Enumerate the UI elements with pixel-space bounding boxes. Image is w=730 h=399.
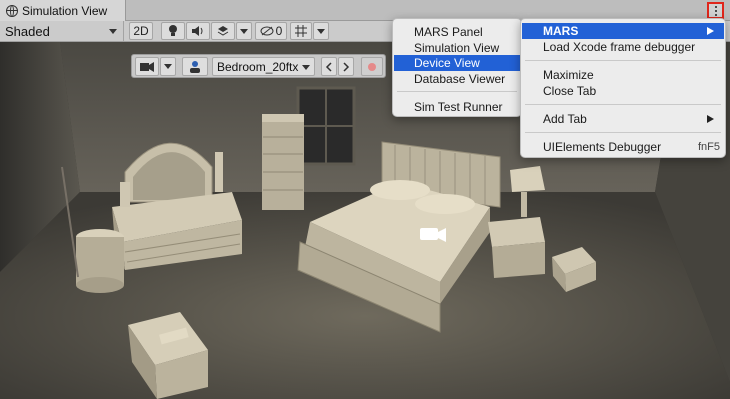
tab-title: Simulation View xyxy=(22,3,108,18)
menu-item-label: Device View xyxy=(414,56,480,70)
shading-mode-dropdown[interactable]: Shaded xyxy=(0,21,124,41)
camera-button[interactable] xyxy=(135,57,159,76)
submenu-arrow-icon xyxy=(707,115,714,123)
prev-icon xyxy=(325,61,332,72)
submenu-arrow-icon xyxy=(707,27,714,35)
menu-item-simulation-view[interactable]: Simulation View xyxy=(394,40,520,56)
chevron-down-icon xyxy=(317,28,325,34)
environment-dropdown[interactable]: Bedroom_20ftx xyxy=(212,57,315,76)
menu-item-label: Sim Test Runner xyxy=(414,100,503,114)
shading-mode-label: Shaded xyxy=(5,23,50,39)
menu-item-load-xcode-frame-debugger[interactable]: Load Xcode frame debugger xyxy=(522,39,724,55)
lightbulb-icon xyxy=(169,25,177,36)
mode-2d-label: 2D xyxy=(133,24,149,38)
camera-marker-icon xyxy=(420,228,446,242)
device-icon xyxy=(190,60,200,73)
chevron-down-icon xyxy=(302,65,310,70)
menu-separator xyxy=(397,91,517,92)
record-icon xyxy=(368,62,376,71)
menu-separator xyxy=(525,60,721,61)
menu-item-label: UIElements Debugger xyxy=(543,140,662,154)
menu-item-mars-panel[interactable]: MARS Panel xyxy=(394,24,520,40)
menu-separator xyxy=(525,104,721,105)
visibility-toggle[interactable]: 0 xyxy=(255,22,287,40)
effects-toggle[interactable] xyxy=(211,22,235,40)
effects-dropdown[interactable] xyxy=(236,22,252,40)
grid-dropdown[interactable] xyxy=(313,22,329,40)
menu-item-label: MARS xyxy=(543,24,579,38)
kebab-menu-icon[interactable] xyxy=(707,2,724,19)
menu-item-label: MARS Panel xyxy=(414,25,483,39)
next-icon xyxy=(343,61,350,72)
next-environment-button[interactable] xyxy=(338,57,354,76)
chevron-down-icon xyxy=(109,29,117,34)
lighting-toggle[interactable] xyxy=(161,22,185,40)
audio-toggle[interactable] xyxy=(186,22,210,40)
menu-item-close-tab[interactable]: Close Tab xyxy=(522,83,724,99)
simulation-scene-toolbar: Bedroom_20ftx xyxy=(131,54,386,78)
mars-submenu: MARS Panel Simulation View Device View D… xyxy=(392,18,522,117)
audio-icon xyxy=(192,26,203,36)
camera-icon xyxy=(140,61,154,72)
menu-item-label: Maximize xyxy=(543,68,594,82)
grid-toggle[interactable] xyxy=(290,22,312,40)
menu-item-label: Simulation View xyxy=(414,41,500,55)
menu-item-label: Database Viewer xyxy=(414,72,506,86)
environment-label: Bedroom_20ftx xyxy=(217,59,299,74)
globe-icon xyxy=(6,4,18,17)
menu-item-mars[interactable]: MARS xyxy=(522,23,724,39)
prev-environment-button[interactable] xyxy=(321,57,337,76)
menu-item-maximize[interactable]: Maximize xyxy=(522,67,724,83)
menu-item-shortcut: fnF5 xyxy=(697,141,720,153)
camera-dropdown[interactable] xyxy=(160,57,176,76)
effects-icon xyxy=(217,26,229,36)
menu-item-add-tab[interactable]: Add Tab xyxy=(522,111,724,127)
menu-item-sim-test-runner[interactable]: Sim Test Runner xyxy=(394,99,520,115)
menu-item-label: Close Tab xyxy=(543,84,597,98)
menu-item-device-view[interactable]: Device View xyxy=(394,55,520,71)
context-menu: MARS Load Xcode frame debugger Maximize … xyxy=(520,18,726,158)
mode-2d-button[interactable]: 2D xyxy=(129,22,153,40)
menu-item-uielements-debugger[interactable]: UIElements Debugger fnF5 xyxy=(522,139,724,155)
chevron-down-icon xyxy=(164,64,172,69)
menu-item-database-viewer[interactable]: Database Viewer xyxy=(394,71,520,87)
record-button[interactable] xyxy=(361,57,383,76)
menu-item-label: Load Xcode frame debugger xyxy=(543,40,696,54)
chevron-down-icon xyxy=(240,28,248,34)
grid-icon xyxy=(295,25,307,37)
tab-simulation-view[interactable]: Simulation View xyxy=(0,0,126,21)
menu-item-label: Add Tab xyxy=(543,112,587,126)
hidden-count: 0 xyxy=(275,24,283,38)
visibility-icon xyxy=(260,26,274,36)
menu-separator xyxy=(525,132,721,133)
device-button[interactable] xyxy=(182,57,208,76)
